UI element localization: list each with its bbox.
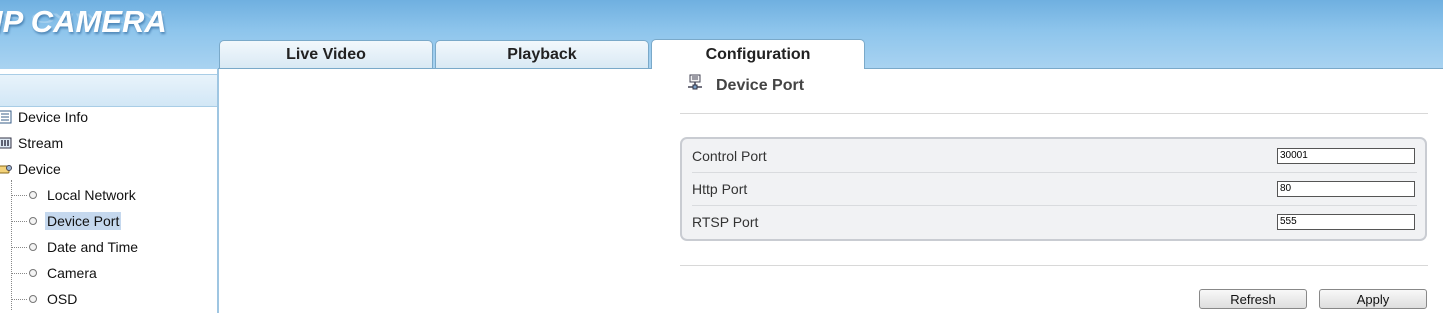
radio-icon [29,243,37,251]
list-icon [0,110,12,124]
sidebar-subitem-label: Date and Time [47,239,139,255]
radio-icon [29,191,37,199]
tab-live-video[interactable]: Live Video [219,40,433,68]
sidebar-subitem-label: Device Port [45,212,122,230]
sidebar-subitem-label: OSD [47,291,78,307]
sidebar-subitem-label: Local Network [47,187,136,203]
sidebar-item-device-info[interactable]: Device Info [0,106,88,128]
control-port-input[interactable] [1277,147,1415,164]
tab-playback[interactable]: Playback [435,40,649,68]
radio-icon [29,269,37,277]
sidebar-item-label: Device [18,161,61,177]
device-icon [0,162,12,176]
sidebar-subitem-label: Camera [47,265,97,281]
port-settings-panel: Control Port Http Port RTSP Port [680,137,1427,241]
tab-configuration[interactable]: Configuration [651,39,865,69]
page-title: Device Port [716,77,805,94]
control-port-row: Control Port [692,139,1417,173]
http-port-input[interactable] [1277,180,1415,197]
http-port-row: Http Port [692,172,1417,206]
sidebar-subitem-date-and-time[interactable]: Date and Time [11,237,138,257]
sidebar-item-device[interactable]: Device [0,158,61,180]
apply-button[interactable]: Apply [1319,289,1427,309]
radio-icon [29,295,37,303]
refresh-button[interactable]: Refresh [1199,289,1307,309]
sidebar-subitem-local-network[interactable]: Local Network [11,185,136,205]
port-icon [688,74,702,90]
divider [680,265,1428,266]
sidebar-item-label: Device Info [18,109,89,125]
sidebar-subitem-camera[interactable]: Camera [11,263,97,283]
radio-icon [29,217,37,225]
sidebar: Device Info Stream Device Local Network … [0,69,219,313]
sidebar-subitem-osd[interactable]: OSD [11,289,77,309]
stream-icon [0,136,12,150]
rtsp-port-label: RTSP Port [692,213,759,230]
control-port-label: Control Port [692,147,767,164]
http-port-label: Http Port [692,180,748,197]
sidebar-item-stream[interactable]: Stream [0,132,63,154]
divider [680,113,1428,114]
rtsp-port-input[interactable] [1277,213,1415,230]
brand-logo: IP CAMERA [0,4,167,39]
sidebar-header [0,74,217,107]
sidebar-subitem-device-port[interactable]: Device Port [11,211,122,231]
sidebar-item-label: Stream [18,135,64,151]
rtsp-port-row: RTSP Port [692,205,1417,238]
header-bar: IP CAMERA IP CAMERA Live Video Playback … [0,0,1443,69]
